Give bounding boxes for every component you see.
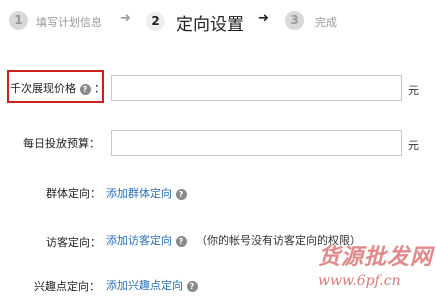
- arrow-right-icon: ➜: [258, 11, 269, 26]
- step-3-label: 完成: [315, 16, 337, 29]
- step-3-number: 3: [285, 11, 304, 30]
- arrow-right-icon: ➜: [120, 11, 131, 26]
- step-indicator: 1 填写计划信息 ➜ 2 定向设置 ➜ 3 完成: [0, 0, 436, 44]
- cpm-unit: 元: [408, 84, 419, 97]
- interest-targeting-label: 兴趣点定向：: [34, 280, 100, 293]
- daily-budget-input[interactable]: [111, 130, 402, 156]
- add-visitor-targeting-text[interactable]: 添加访客定向: [106, 234, 172, 247]
- help-icon[interactable]: ?: [79, 83, 91, 95]
- step-1-number: 1: [9, 11, 28, 30]
- budget-unit: 元: [408, 139, 419, 152]
- add-group-targeting-link[interactable]: 添加群体定向 ?: [106, 185, 187, 201]
- cpm-price-label: 千次展现价格 ? ：: [10, 80, 105, 96]
- cpm-price-label-text: 千次展现价格: [10, 82, 76, 95]
- step-2-label: 定向设置: [176, 15, 244, 35]
- colon: ：: [94, 82, 105, 95]
- add-group-targeting-text[interactable]: 添加群体定向: [106, 187, 172, 200]
- step-1-label: 填写计划信息: [36, 16, 102, 29]
- add-visitor-targeting-link[interactable]: 添加访客定向 ?: [106, 232, 187, 248]
- step-2-number: 2: [146, 12, 165, 31]
- help-icon[interactable]: ?: [175, 188, 187, 200]
- watermark-logo: 货源批发网: [318, 244, 434, 270]
- daily-budget-label: 每日投放预算：: [23, 137, 100, 150]
- add-interest-targeting-text[interactable]: 添加兴趣点定向: [106, 279, 183, 292]
- help-icon[interactable]: ?: [186, 280, 198, 292]
- watermark-url: www.6pf.cn: [318, 273, 401, 289]
- add-interest-targeting-link[interactable]: 添加兴趣点定向 ?: [106, 277, 198, 293]
- group-targeting-label: 群体定向：: [46, 187, 101, 200]
- help-icon[interactable]: ?: [175, 235, 187, 247]
- visitor-targeting-label: 访客定向：: [46, 236, 101, 249]
- cpm-price-input[interactable]: [111, 75, 402, 101]
